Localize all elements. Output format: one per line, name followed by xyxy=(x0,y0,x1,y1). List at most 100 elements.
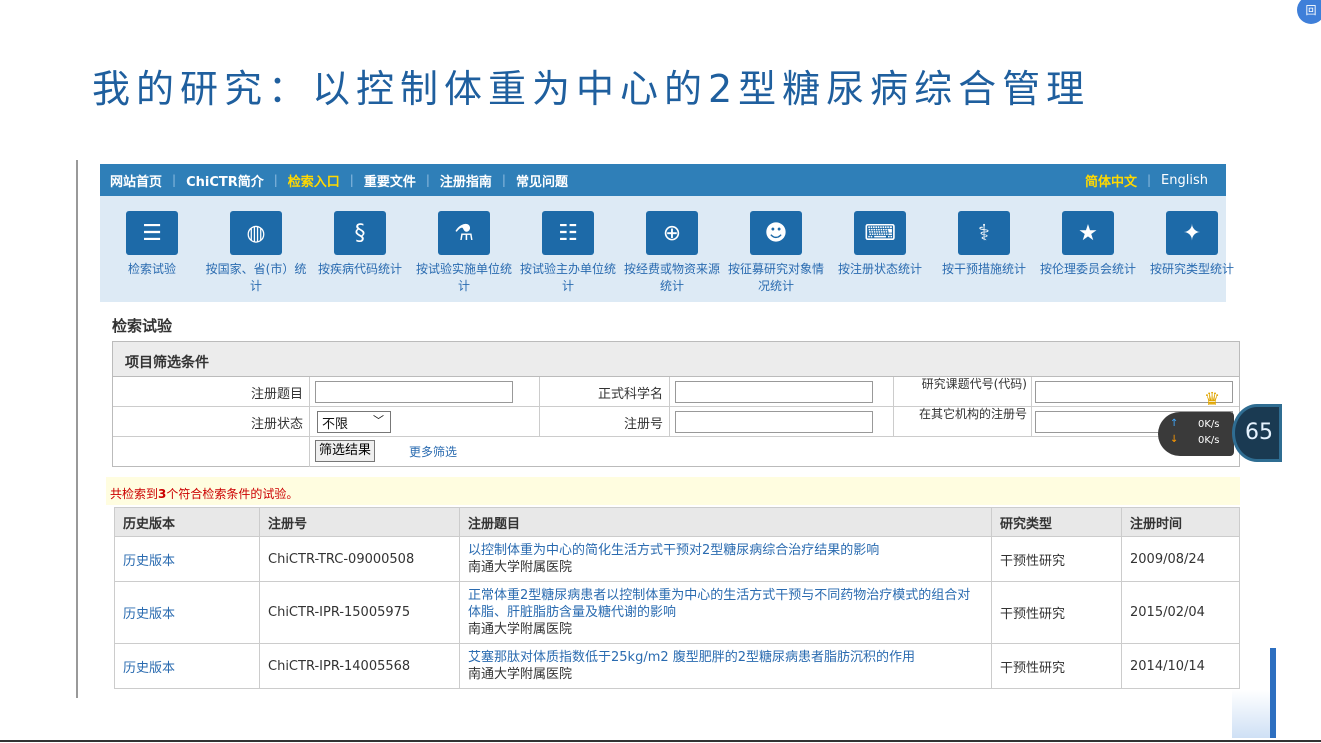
network-speed-widget[interactable]: ↑ 0K/s ↓ 0K/s xyxy=(1158,412,1234,456)
label-reg-no: 注册号 xyxy=(623,417,663,432)
flask-icon: ⚗ xyxy=(438,211,490,255)
upload-speed: 0K/s xyxy=(1198,419,1220,430)
reg-title-input[interactable] xyxy=(315,381,513,403)
download-arrow-icon: ↓ xyxy=(1170,434,1179,445)
reg-date-cell: 2009/08/24 xyxy=(1121,536,1240,582)
section-title: 检索试验 xyxy=(112,317,173,335)
lang-chinese[interactable]: 简体中文 xyxy=(1075,171,1147,190)
stat-by-recruitment[interactable]: ☻ 按征募研究对象情况统计 xyxy=(724,211,828,295)
stat-by-funding[interactable]: ⊕ 按经费或物资来源统计 xyxy=(620,211,724,295)
label-sci-name: 正式科学名 xyxy=(597,387,663,402)
history-link[interactable]: 历史版本 xyxy=(123,554,175,569)
nav-documents[interactable]: 重要文件 xyxy=(354,171,426,190)
study-type-cell: 干预性研究 xyxy=(991,581,1122,644)
stat-by-status[interactable]: ⌨ 按注册状态统计 xyxy=(828,211,932,278)
result-prefix: 共检索到 xyxy=(110,487,159,501)
col-reg-no: 注册号 xyxy=(259,507,460,537)
stat-by-ethics[interactable]: ★ 按伦理委员会统计 xyxy=(1036,211,1140,278)
col-title: 注册题目 xyxy=(459,507,992,537)
institution: 南通大学附属医院 xyxy=(468,622,573,637)
star-icon: ★ xyxy=(1062,211,1114,255)
nav-guide[interactable]: 注册指南 xyxy=(430,171,502,190)
label-reg-status: 注册状态 xyxy=(250,417,303,432)
divider xyxy=(539,407,540,437)
label-other-reg: 在其它机构的注册号 xyxy=(918,407,1027,421)
reg-no-cell: ChiCTR-IPR-15005975 xyxy=(259,581,460,644)
reg-date-cell: 2015/02/04 xyxy=(1121,581,1240,644)
website-screenshot: 网站首页 | ChiCTR简介 | 检索入口 | 重要文件 | 注册指南 | 常… xyxy=(76,160,1268,698)
stat-by-institution[interactable]: ⚗ 按试验实施单位统计 xyxy=(412,211,516,295)
stat-by-sponsor[interactable]: ☷ 按试验主办单位统计 xyxy=(516,211,620,295)
label-subject-code: 研究课题代号(代码) xyxy=(921,377,1027,391)
reg-status-select[interactable]: 不限 ﹀ xyxy=(317,411,391,433)
sci-name-input[interactable] xyxy=(675,381,873,403)
status-value: 不限 xyxy=(322,417,349,432)
history-link[interactable]: 历史版本 xyxy=(123,607,175,622)
stat-by-study-type[interactable]: ✦ 按研究类型统计 xyxy=(1140,211,1244,278)
trial-title-link[interactable]: 艾塞那肽对体质指数低于25kg/m2 腹型肥胖的2型糖尿病患者脂肪沉积的作用 xyxy=(468,649,983,666)
filter-row-1: 注册题目 正式科学名 研究课题代号(代码) xyxy=(113,377,1239,407)
table-header-row: 历史版本 注册号 注册题目 研究类型 注册时间 xyxy=(114,507,1240,537)
label-reg-title: 注册题目 xyxy=(250,387,303,402)
bottom-border xyxy=(0,740,1321,742)
sparkle-icon: ✦ xyxy=(1166,211,1218,255)
divider xyxy=(1031,377,1032,407)
col-history: 历史版本 xyxy=(114,507,260,537)
filter-row-3: 筛选结果 更多筛选 xyxy=(113,437,1239,467)
list-icon: ☰ xyxy=(126,211,178,255)
stat-search-trials[interactable]: ☰ 检索试验 xyxy=(100,211,204,278)
divider xyxy=(1031,407,1032,437)
keyboard-icon: ⌨ xyxy=(854,211,906,255)
upload-arrow-icon: ↑ xyxy=(1170,418,1179,429)
stat-by-disease[interactable]: § 按疾病代码统计 xyxy=(308,211,412,278)
divider xyxy=(309,407,310,437)
result-suffix: 个符合检索条件的试验。 xyxy=(166,487,299,501)
stethoscope-icon: ⚕ xyxy=(958,211,1010,255)
col-date: 注册时间 xyxy=(1121,507,1240,537)
decorative-bar xyxy=(1270,648,1276,738)
divider xyxy=(669,407,670,437)
vip-crown-icon[interactable]: ♛ xyxy=(1204,389,1220,410)
reg-no-cell: ChiCTR-IPR-14005568 xyxy=(259,643,460,689)
world-map-icon: ◍ xyxy=(230,211,282,255)
nav-about[interactable]: ChiCTR简介 xyxy=(176,171,274,190)
history-link[interactable]: 历史版本 xyxy=(123,661,175,676)
nav-search[interactable]: 检索入口 xyxy=(278,171,350,190)
divider xyxy=(309,437,310,467)
reg-date-cell: 2014/10/14 xyxy=(1121,643,1240,689)
slide-title: 我的研究：以控制体重为中心的2型糖尿病综合管理 xyxy=(92,67,1091,111)
trial-title-link[interactable]: 以控制体重为中心的简化生活方式干预对2型糖尿病综合治疗结果的影响 xyxy=(468,542,983,559)
divider xyxy=(669,377,670,407)
more-filters-link[interactable]: 更多筛选 xyxy=(409,443,457,460)
stat-by-country[interactable]: ◍ 按国家、省(市）统计 xyxy=(204,211,308,295)
divider xyxy=(309,377,310,407)
lang-english[interactable]: English xyxy=(1151,173,1218,188)
nav-home[interactable]: 网站首页 xyxy=(100,171,172,190)
study-type-cell: 干预性研究 xyxy=(991,536,1122,582)
filter-title: 项目筛选条件 xyxy=(113,342,1239,377)
stats-icon-bar: ☰ 检索试验 ◍ 按国家、省(市）统计 § 按疾病代码统计 ⚗ 按试验实施单位统计 ☷ 按… xyxy=(100,196,1234,302)
top-nav: 网站首页 | ChiCTR简介 | 检索入口 | 重要文件 | 注册指南 | 常… xyxy=(100,164,1226,196)
download-speed: 0K/s xyxy=(1198,435,1220,446)
filter-results-button[interactable]: 筛选结果 xyxy=(315,440,376,462)
people-icon: ☻ xyxy=(750,211,802,255)
result-summary: 共检索到3个符合检索条件的试验。 xyxy=(106,477,1240,505)
chevron-down-icon: ﹀ xyxy=(373,414,384,427)
col-type: 研究类型 xyxy=(991,507,1122,537)
study-type-cell: 干预性研究 xyxy=(991,643,1122,689)
table-row: 历史版本 ChiCTR-IPR-14005568 艾塞那肽对体质指数低于25kg… xyxy=(114,643,1240,689)
memory-percent-widget[interactable]: 65 xyxy=(1232,404,1282,462)
reg-no-input[interactable] xyxy=(675,411,873,433)
divider xyxy=(539,377,540,407)
divider xyxy=(893,377,894,407)
filter-row-2: 注册状态 不限 ﹀ 注册号 在其它机构的注册号 xyxy=(113,407,1239,437)
dna-icon: § xyxy=(334,211,386,255)
nav-faq[interactable]: 常见问题 xyxy=(506,171,578,190)
stat-by-intervention[interactable]: ⚕ 按干预措施统计 xyxy=(932,211,1036,278)
table-row: 历史版本 ChiCTR-TRC-09000508 以控制体重为中心的简化生活方式… xyxy=(114,536,1240,582)
clipboard-icon: ☷ xyxy=(542,211,594,255)
trial-title-link[interactable]: 正常体重2型糖尿病患者以控制体重为中心的生活方式干预与不同药物治疗模式的组合对体… xyxy=(468,587,983,621)
corner-badge-icon[interactable]: 回 xyxy=(1297,0,1321,24)
institution: 南通大学附属医院 xyxy=(468,560,573,575)
divider xyxy=(893,407,894,437)
